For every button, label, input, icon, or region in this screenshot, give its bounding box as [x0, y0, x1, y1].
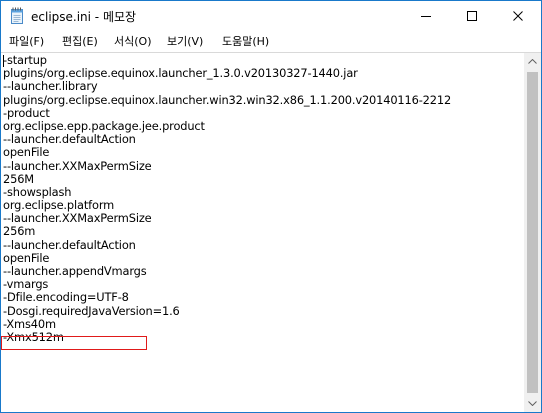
editor-line: openFile: [3, 145, 50, 160]
text-editor[interactable]: -startup plugins/org.eclipse.equinox.lau…: [1, 53, 524, 412]
editor-line-highlighted: -Dfile.encoding=UTF-8: [3, 290, 129, 305]
menu-file[interactable]: 파일(F): [9, 33, 44, 49]
menu-help[interactable]: 도움말(H): [222, 33, 269, 49]
window-title: eclipse.ini - 메모장: [31, 10, 137, 24]
editor-line: --launcher.appendVmargs: [3, 264, 147, 278]
notepad-icon[interactable]: [9, 7, 25, 24]
editor-line: --launcher.defaultAction: [3, 237, 136, 252]
scrollbar-thumb[interactable]: [527, 72, 538, 393]
editor-line: --launcher.library: [3, 79, 98, 94]
chevron-up-icon: [528, 59, 537, 64]
menu-view[interactable]: 보기(V): [167, 33, 203, 49]
editor-line: -Xms40m: [3, 316, 56, 331]
editor-line: --launcher.defaultAction: [3, 132, 136, 147]
minimize-button[interactable]: [403, 1, 449, 31]
editor-line: --launcher.XXMaxPermSize: [3, 211, 152, 226]
maximize-button[interactable]: [449, 1, 495, 31]
notepad-window: eclipse.ini - 메모장 파일(F) 편집(E) 서식(O) 보기(V…: [0, 0, 542, 413]
editor-line: -product: [3, 105, 50, 120]
editor-line: 256M: [3, 171, 34, 186]
text-caret: [3, 55, 4, 67]
menu-format[interactable]: 서식(O): [114, 33, 151, 49]
title-bar[interactable]: eclipse.ini - 메모장: [1, 1, 541, 31]
editor-line: --launcher.XXMaxPermSize: [3, 158, 152, 173]
editor-lines: -startup plugins/org.eclipse.equinox.lau…: [3, 53, 452, 344]
menu-bar: 파일(F) 편집(E) 서식(O) 보기(V) 도움말(H): [1, 31, 541, 51]
maximize-icon: [467, 11, 477, 21]
editor-line: -Dosgi.requiredJavaVersion=1.6: [3, 303, 180, 318]
highlight-annotation-box: [1, 336, 147, 350]
editor-line: 256m: [3, 224, 36, 239]
chevron-down-icon: [528, 401, 537, 406]
close-icon: [513, 11, 523, 21]
scroll-down-button[interactable]: [524, 395, 541, 412]
vertical-scrollbar[interactable]: [524, 53, 541, 412]
scroll-up-button[interactable]: [524, 53, 541, 70]
minimize-icon: [421, 16, 431, 17]
menu-edit[interactable]: 편집(E): [62, 33, 98, 49]
editor-line: plugins/org.eclipse.equinox.launcher.win…: [3, 92, 452, 107]
close-button[interactable]: [495, 1, 541, 31]
